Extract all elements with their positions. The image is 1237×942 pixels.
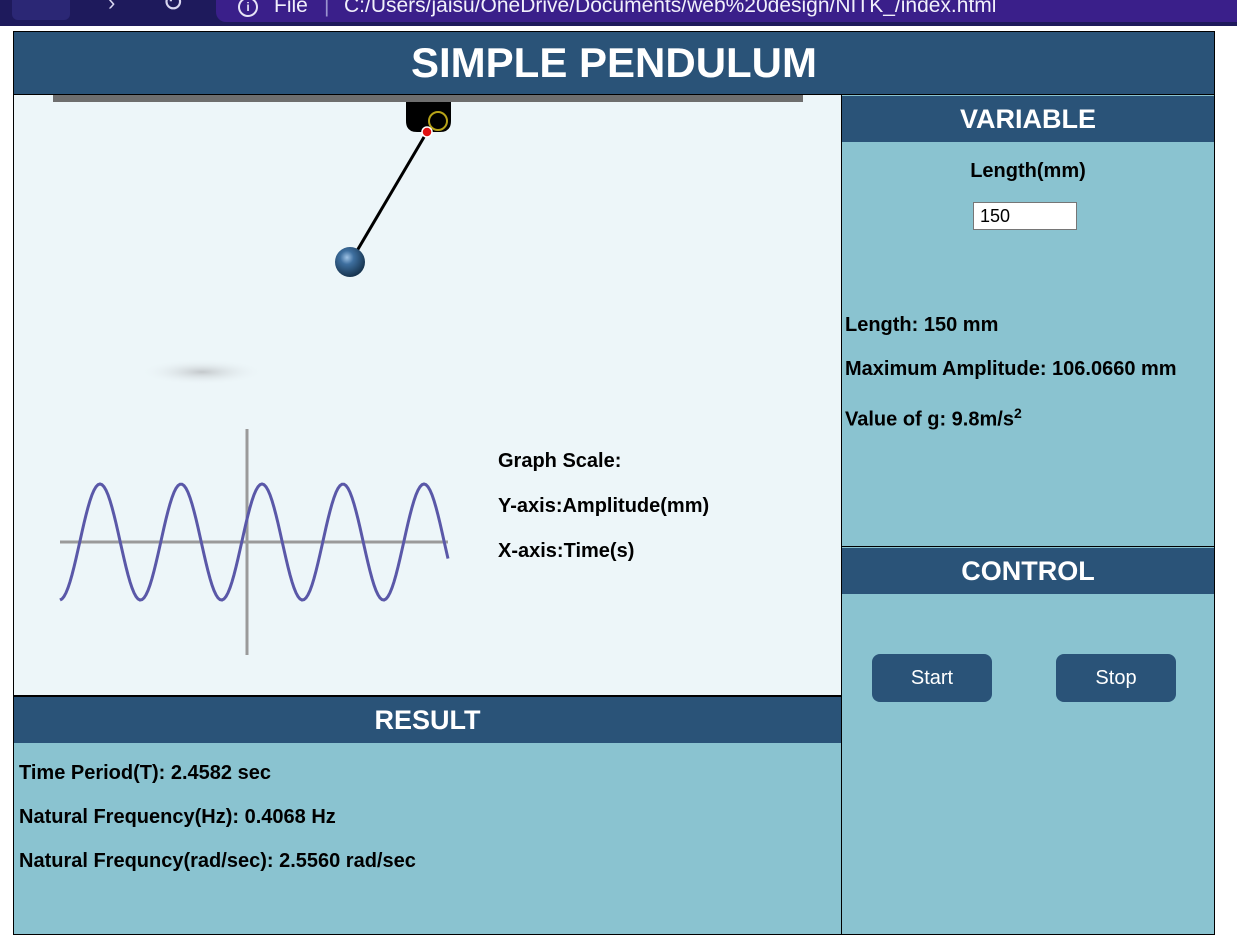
- app-container: SIMPLE PENDULUM Graph Scale: Y-axis:Ampl…: [13, 31, 1215, 935]
- forward-arrow-icon[interactable]: ›: [108, 0, 115, 16]
- amplitude-graph: [59, 429, 450, 655]
- stop-button[interactable]: Stop: [1056, 654, 1176, 702]
- info-icon[interactable]: i: [238, 0, 258, 17]
- variable-title: VARIABLE: [842, 96, 1214, 142]
- gravity-label: Value of g: 9.8m/s: [845, 408, 1014, 431]
- browser-toolbar: ‹ › ↻ i File | C:/Users/jaisu/OneDrive/D…: [0, 0, 1237, 26]
- address-prefix: File: [274, 0, 308, 17]
- simulation-canvas: Graph Scale: Y-axis:Amplitude(mm) X-axis…: [14, 95, 842, 696]
- result-title: RESULT: [14, 696, 841, 743]
- control-panel: CONTROL Start Stop: [842, 547, 1214, 934]
- length-input[interactable]: [973, 202, 1077, 230]
- variable-panel: VARIABLE Length(mm) Length: 150 mm Maxim…: [842, 95, 1214, 547]
- pendulum-string: [349, 131, 429, 262]
- start-button[interactable]: Start: [872, 654, 992, 702]
- natural-frequency-hz-value: Natural Frequency(Hz): 0.4068 Hz: [19, 806, 336, 828]
- natural-frequency-rad-value: Natural Frequncy(rad/sec): 2.5560 rad/se…: [19, 850, 416, 872]
- address-url[interactable]: C:/Users/jaisu/OneDrive/Documents/web%20…: [344, 0, 996, 18]
- time-period-value: Time Period(T): 2.4582 sec: [19, 762, 271, 784]
- graph-scale-heading: Graph Scale:: [498, 450, 622, 472]
- pivot-point: [421, 126, 433, 138]
- length-label: Length(mm): [970, 160, 1086, 182]
- pendulum-bob: [335, 247, 365, 277]
- control-title: CONTROL: [842, 548, 1214, 594]
- graph-scale-legend: Graph Scale: Y-axis:Amplitude(mm) X-axis…: [498, 450, 709, 585]
- graph-x-axis-label: X-axis:Time(s): [498, 540, 635, 562]
- bob-shadow: [140, 359, 264, 385]
- graph-y-axis-label: Y-axis:Amplitude(mm): [498, 495, 710, 517]
- variable-info: Length: 150 mm Maximum Amplitude: 106.06…: [845, 303, 1177, 435]
- address-bar[interactable]: i File | C:/Users/jaisu/OneDrive/Documen…: [216, 0, 1237, 22]
- max-amplitude-info: Maximum Amplitude: 106.0660 mm: [845, 358, 1177, 380]
- refresh-icon[interactable]: ↻: [162, 0, 184, 18]
- back-arrow-icon: ‹: [30, 0, 37, 2]
- ceiling-bar: [53, 95, 803, 102]
- gravity-info: Value of g: 9.8m/s2: [845, 391, 1177, 435]
- back-button[interactable]: ‹: [12, 0, 70, 20]
- address-separator: |: [324, 0, 330, 17]
- gravity-exponent: 2: [1013, 405, 1022, 421]
- result-panel: RESULT Time Period(T): 2.4582 sec Natura…: [14, 696, 842, 934]
- length-info: Length: 150 mm: [845, 314, 999, 336]
- page-title: SIMPLE PENDULUM: [14, 32, 1214, 95]
- pendulum-scene: [53, 95, 803, 385]
